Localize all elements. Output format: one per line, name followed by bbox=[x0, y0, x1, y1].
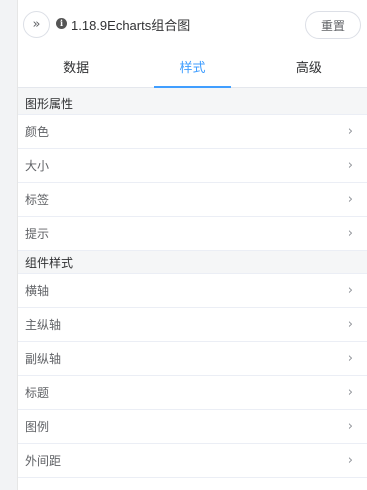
setting-item-label: 大小 bbox=[25, 159, 50, 173]
reset-button[interactable]: 重置 bbox=[305, 11, 361, 39]
setting-item-label: 标签 bbox=[25, 193, 50, 207]
setting-item-tooltip[interactable]: 提示 › bbox=[18, 217, 367, 251]
left-gutter bbox=[0, 0, 17, 490]
chevron-right-icon: › bbox=[347, 351, 353, 366]
chevron-right-icon: › bbox=[347, 158, 353, 173]
setting-item-secondary-y-axis[interactable]: 副纵轴 › bbox=[18, 342, 367, 376]
chevron-right-icon: › bbox=[347, 283, 353, 298]
tab-bar: 数据 样式 高级 bbox=[18, 46, 367, 88]
chevron-right-icon: › bbox=[347, 385, 353, 400]
chevron-right-icon: › bbox=[347, 453, 353, 468]
setting-item-label: 提示 bbox=[25, 227, 50, 241]
setting-item-label: 副纵轴 bbox=[25, 352, 62, 366]
chevron-right-icon: › bbox=[347, 317, 353, 332]
setting-item-label-style[interactable]: 标签 › bbox=[18, 183, 367, 217]
chevron-right-icon: › bbox=[347, 192, 353, 207]
setting-item-primary-y-axis[interactable]: 主纵轴 › bbox=[18, 308, 367, 342]
setting-item-label: 颜色 bbox=[25, 125, 50, 139]
tab-style[interactable]: 样式 bbox=[134, 46, 250, 88]
section-graphic-properties: 图形属性 bbox=[18, 92, 367, 115]
style-panel: » i 1.18.9Echarts组合图 重置 数据 样式 高级 图形属性 颜色… bbox=[17, 0, 367, 490]
setting-item-label: 外间距 bbox=[25, 454, 62, 468]
tab-data[interactable]: 数据 bbox=[18, 46, 134, 87]
double-chevron-right-icon: » bbox=[32, 17, 41, 32]
panel-header: » i 1.18.9Echarts组合图 重置 bbox=[18, 0, 367, 46]
setting-item-label: 图例 bbox=[25, 420, 50, 434]
setting-item-color[interactable]: 颜色 › bbox=[18, 115, 367, 149]
setting-item-legend[interactable]: 图例 › bbox=[18, 410, 367, 444]
tab-advanced[interactable]: 高级 bbox=[251, 46, 367, 87]
setting-item-label: 横轴 bbox=[25, 284, 50, 298]
chevron-right-icon: › bbox=[347, 419, 353, 434]
setting-item-margin[interactable]: 外间距 › bbox=[18, 444, 367, 478]
info-icon[interactable]: i bbox=[56, 18, 67, 29]
setting-item-size[interactable]: 大小 › bbox=[18, 149, 367, 183]
chevron-right-icon: › bbox=[347, 226, 353, 241]
chevron-right-icon: › bbox=[347, 124, 353, 139]
chart-title: 1.18.9Echarts组合图 bbox=[71, 18, 191, 33]
setting-item-label: 标题 bbox=[25, 386, 50, 400]
setting-item-x-axis[interactable]: 横轴 › bbox=[18, 274, 367, 308]
setting-item-title[interactable]: 标题 › bbox=[18, 376, 367, 410]
setting-item-label: 主纵轴 bbox=[25, 318, 62, 332]
section-component-style: 组件样式 bbox=[18, 251, 367, 274]
collapse-panel-button[interactable]: » bbox=[23, 11, 50, 38]
